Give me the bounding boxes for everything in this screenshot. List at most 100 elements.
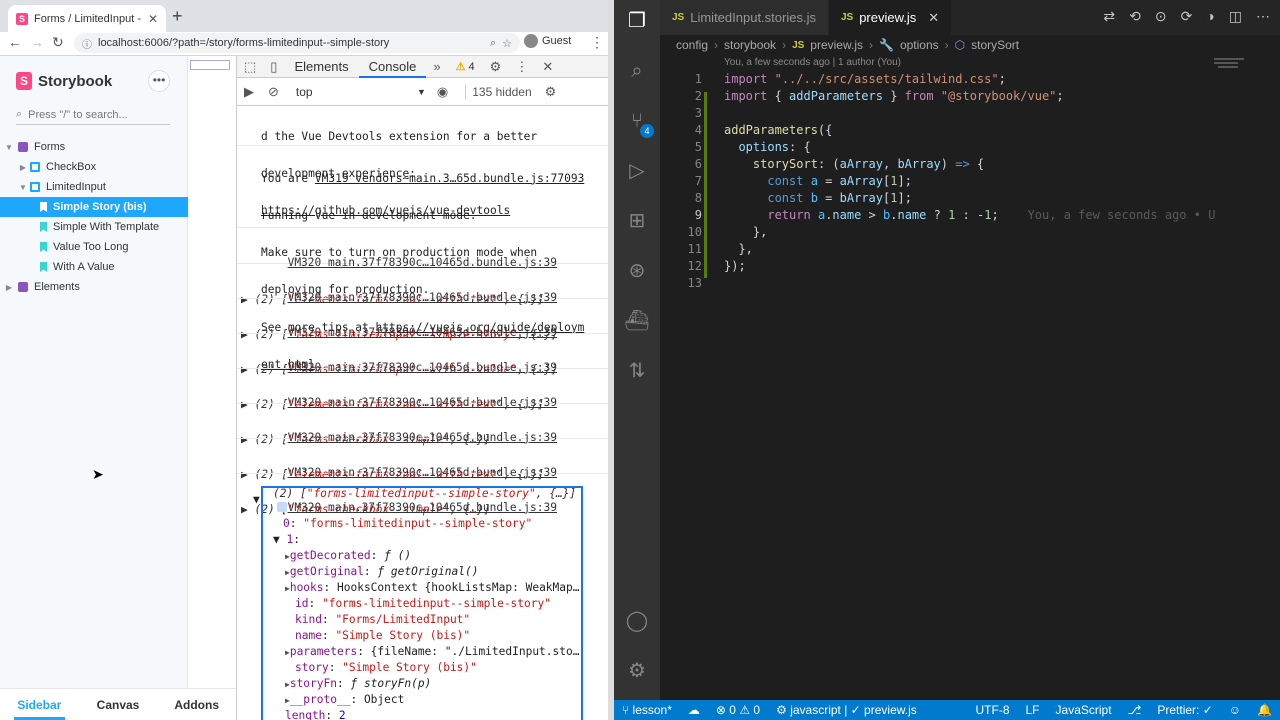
extensions-icon[interactable]: ⊞ — [624, 208, 650, 234]
collapse-triangle-icon[interactable]: ▼ — [253, 493, 260, 506]
status-eol[interactable]: LF — [1018, 703, 1048, 717]
notifications-bell-icon[interactable]: 🔔 — [1249, 703, 1280, 717]
status-branch[interactable]: ⑂ lesson* — [614, 703, 680, 717]
expand-triangle-icon[interactable]: ▶ — [241, 503, 248, 516]
clear-console-icon[interactable]: ⊘ — [261, 84, 286, 100]
hidden-count[interactable]: 135 hidden — [465, 84, 537, 99]
breadcrumb-item[interactable]: storySort — [971, 38, 1019, 52]
expanded-log-header[interactable]: (2) ["forms-limitedinput--simple-story",… — [273, 487, 576, 500]
console-output: d the Vue Devtools extension for a bette… — [237, 106, 608, 720]
tree-item-forms[interactable]: ▼ Forms — [0, 137, 188, 157]
console-log-row[interactable]: VM320 main.37f78390c…10465d.bundle.js:39… — [237, 265, 608, 341]
prop-hooks[interactable]: ▶hooks: HooksContext {hookListsMap: Weak… — [285, 582, 581, 595]
console-log-row[interactable]: VM320 main.37f78390c…10465d.bundle.js:39… — [237, 300, 608, 376]
close-devtools-icon[interactable]: ✕ — [535, 59, 560, 75]
expanded-log-object: (2) ["forms-limitedinput--simple-story",… — [253, 486, 583, 720]
browser-menu-icon[interactable]: ⋮ — [590, 34, 604, 51]
status-prettier[interactable]: Prettier: ✓ — [1149, 703, 1220, 717]
profile-button[interactable]: Guest — [524, 34, 571, 48]
feedback-icon[interactable]: ☺ — [1221, 703, 1249, 717]
tab-limitedinput-stories[interactable]: JS LimitedInput.stories.js — [660, 0, 829, 35]
breadcrumb-item[interactable]: options — [900, 38, 939, 52]
browser-tab[interactable]: S Forms / LimitedInput - Simple ✕ — [8, 5, 166, 32]
code-editor[interactable]: 1 import "../../src/assets/tailwind.css"… — [660, 72, 1280, 692]
status-live-share-icon[interactable]: ⎇ — [1120, 703, 1150, 717]
forward-icon[interactable]: → — [30, 34, 44, 50]
context-select[interactable]: top ▼ — [292, 83, 430, 101]
open-changes-icon[interactable]: ◑ — [1206, 8, 1214, 25]
devtools-menu-icon[interactable]: ⋮ — [508, 59, 535, 75]
go-back-icon[interactable]: ⟲ — [1129, 8, 1141, 25]
warning-count[interactable]: ⚠ 4 — [448, 60, 483, 73]
prop-getDecorated[interactable]: ▶getDecorated: ƒ () — [285, 549, 411, 563]
breadcrumb-item[interactable]: preview.js — [810, 38, 863, 52]
console-settings-gear-icon[interactable]: ⚙ — [538, 84, 564, 100]
prop-proto[interactable]: ▶__proto__: Object — [285, 693, 404, 707]
tab-console[interactable]: Console — [358, 56, 427, 78]
tab-addons[interactable]: Addons — [157, 689, 236, 720]
breadcrumb-item[interactable]: storybook — [724, 38, 776, 52]
prop-name: name: "Simple Story (bis)" — [295, 629, 471, 642]
inspect-element-icon[interactable]: ⬚ — [237, 59, 263, 75]
tree-item-with-a-value[interactable]: With A Value — [0, 257, 188, 277]
account-icon[interactable]: ◯ — [624, 608, 650, 634]
split-editor-icon[interactable]: ◫ — [1229, 8, 1242, 25]
console-log-row[interactable]: VM320 main.37f78390c…10465d.bundle.js:39… — [237, 335, 608, 411]
back-icon[interactable]: ← — [8, 34, 22, 50]
sidebar-toggle-icon[interactable]: ▶ — [237, 84, 261, 100]
bookmark-star-icon[interactable]: ☆ — [502, 37, 512, 50]
codelens-blame[interactable]: You, a few seconds ago | 1 author (You) — [724, 57, 901, 68]
device-toggle-icon[interactable]: ▯ — [263, 59, 284, 75]
go-forward-icon[interactable]: ⟳ — [1181, 8, 1193, 25]
tree-item-simple-story-bis[interactable]: Simple Story (bis) — [0, 197, 188, 217]
zoom-icon[interactable]: ⌕ — [490, 37, 496, 50]
tab-canvas[interactable]: Canvas — [79, 689, 158, 720]
console-log-row[interactable]: VM320 main.37f78390c…10465d.bundle.js:39… — [237, 440, 608, 516]
explorer-files-icon[interactable]: ❐ — [624, 8, 650, 34]
tree-item-limitedinput[interactable]: ▼ LimitedInput — [0, 177, 188, 197]
manage-gear-icon[interactable]: ⚙ — [624, 658, 650, 684]
prop-getOriginal[interactable]: ▶getOriginal: ƒ getOriginal() — [285, 565, 478, 579]
console-source-link[interactable]: VM319 vendors~main.3…65d.bundle.js:77093 — [315, 172, 584, 185]
tree-item-simple-with-template[interactable]: Simple With Template — [0, 217, 188, 237]
storybook-logo[interactable]: S Storybook — [16, 72, 112, 90]
array-index-1[interactable]: ▼ 1: — [273, 533, 300, 546]
status-language-file[interactable]: ⚙ javascript | ✓ preview.js — [768, 703, 925, 717]
docker-icon[interactable]: ⛴ — [624, 308, 650, 334]
status-problems[interactable]: ⊗ 0 ⚠ 0 — [708, 703, 768, 717]
prop-storyFn[interactable]: ▶storyFn: ƒ storyFn(p) — [285, 677, 431, 691]
reload-icon[interactable]: ↻ — [52, 34, 64, 51]
search-input[interactable]: ⌕ Press "/" to search... — [16, 105, 170, 125]
tree-item-checkbox[interactable]: ▶ CheckBox — [0, 157, 188, 177]
git-graph-icon[interactable]: ⊛ — [624, 258, 650, 284]
breadcrumb-item[interactable]: config — [676, 38, 708, 52]
run-debug-icon[interactable]: ▷ — [624, 158, 650, 184]
console-log-row[interactable]: VM320 main.37f78390c…10465d.bundle.js:39… — [237, 405, 608, 481]
live-expression-eye-icon[interactable]: ◉ — [430, 84, 455, 100]
tab-sidebar[interactable]: Sidebar — [0, 689, 79, 720]
more-options-button[interactable]: ••• — [148, 70, 170, 92]
compare-changes-icon[interactable]: ⇄ — [1103, 8, 1115, 25]
story-canvas[interactable] — [188, 56, 236, 632]
tab-elements[interactable]: Elements — [284, 56, 358, 78]
tree-item-elements[interactable]: ▶ Elements — [0, 277, 188, 297]
toggle-blame-icon[interactable]: ⊙ — [1155, 8, 1167, 25]
new-tab-icon[interactable]: + — [172, 6, 183, 27]
close-tab-icon[interactable]: ✕ — [148, 12, 158, 26]
close-icon[interactable]: ✕ — [928, 10, 939, 26]
search-icon: ⌕ — [16, 108, 23, 120]
tree-item-value-too-long[interactable]: Value Too Long — [0, 237, 188, 257]
prop-parameters[interactable]: ▶parameters: {fileName: "./LimitedInput.… — [285, 646, 581, 659]
console-log-row[interactable]: VM320 main.37f78390c…10465d.bundle.js:39… — [237, 370, 608, 446]
tab-preview-js[interactable]: JS preview.js ✕ — [828, 0, 953, 35]
status-encoding[interactable]: UTF-8 — [968, 703, 1018, 717]
settings-gear-icon[interactable]: ⚙ — [483, 59, 509, 75]
more-actions-icon[interactable]: ⋯ — [1256, 8, 1270, 25]
url-field[interactable]: ⓘ localhost:6006/?path=/story/forms-limi… — [74, 33, 520, 53]
search-icon[interactable]: ⌕ — [624, 58, 650, 84]
console-log-row[interactable]: VM320 main.37f78390c…10465d.bundle.js:39… — [237, 230, 608, 306]
sync-icon[interactable]: ☁ — [680, 703, 708, 717]
more-tabs-icon[interactable]: » — [426, 59, 447, 74]
status-language[interactable]: JavaScript — [1048, 703, 1120, 717]
pull-requests-icon[interactable]: ⇅ — [624, 358, 650, 384]
